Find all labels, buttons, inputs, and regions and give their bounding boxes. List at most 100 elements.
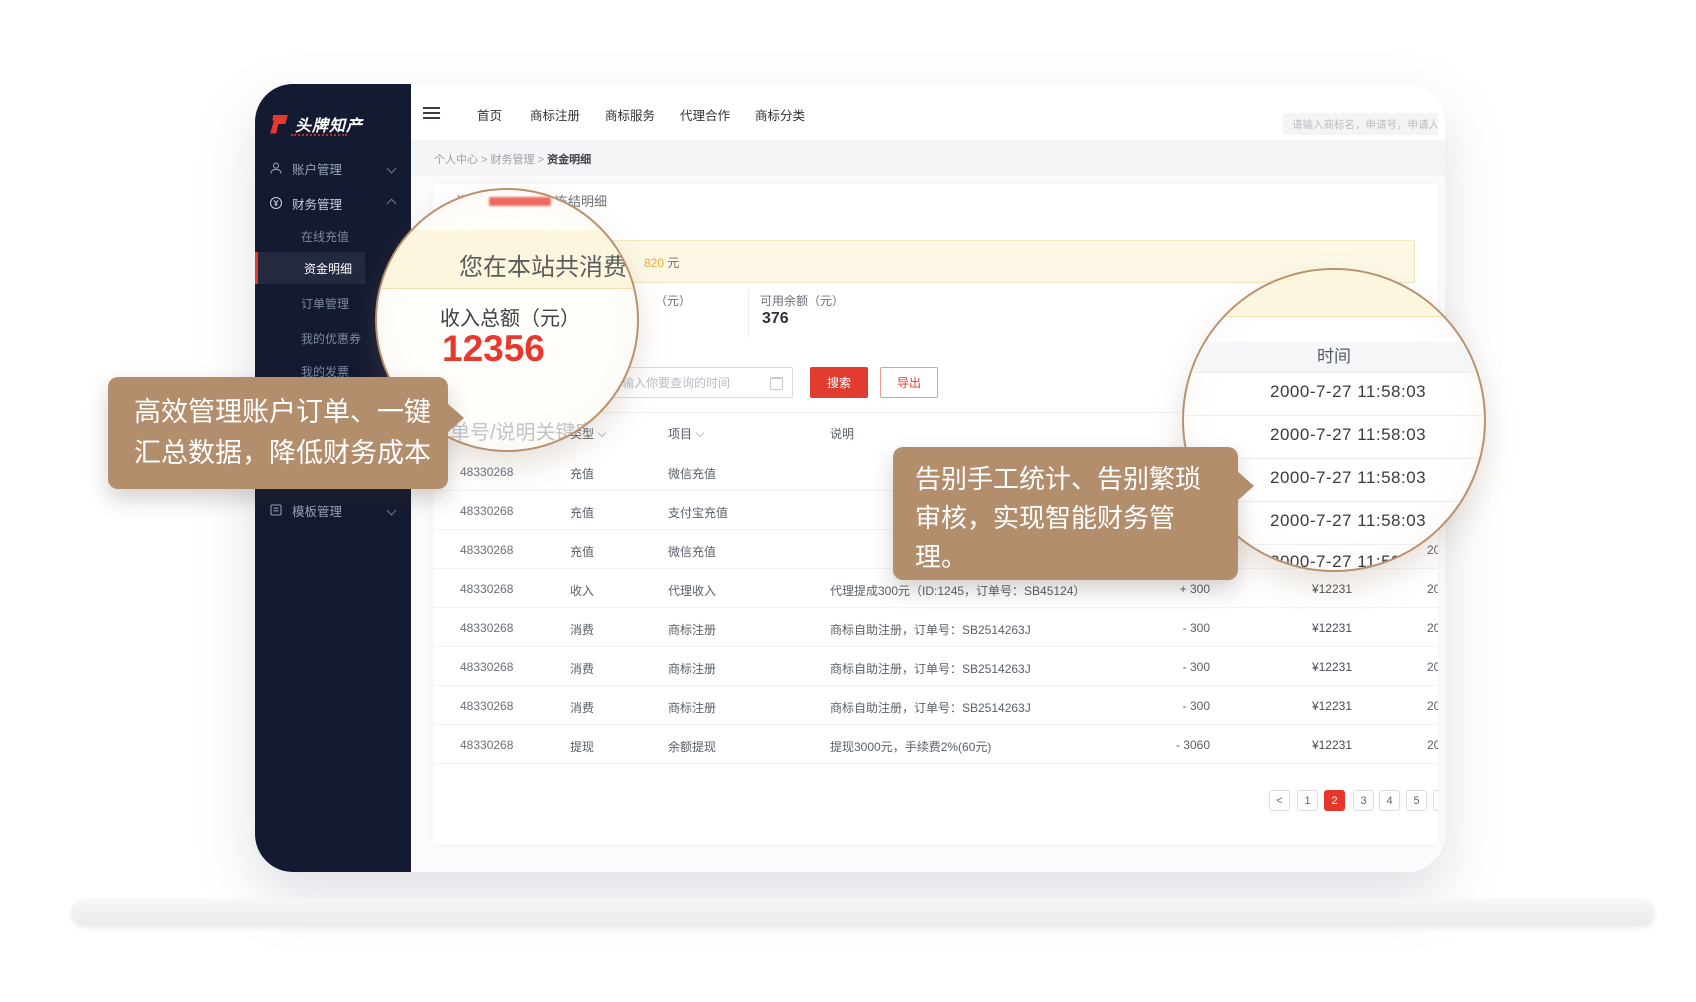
magnified-banner-band: 您在本站共消费 32124 (377, 230, 637, 289)
cell-type: 消费 (570, 621, 594, 638)
cell-type: 消费 (570, 660, 594, 677)
sidebar-section-label: 账户管理 (292, 159, 342, 178)
magnified-income-value: 12356 (442, 328, 545, 370)
sidebar-section-模板管理[interactable]: 模板管理 (255, 496, 411, 524)
chevron-down-icon (598, 429, 606, 437)
right-callout: 告别手工统计、告别繁琐 审核，实现智能财务管 理。 (893, 447, 1238, 580)
cell-desc: 代理提成300元（ID:1245，订单号：SB45124） (830, 582, 1085, 599)
sidebar-section-财务管理[interactable]: 财务管理 (255, 189, 411, 217)
nav-item-商标分类[interactable]: 商标分类 (755, 105, 805, 124)
left-callout-arrow (447, 403, 479, 433)
cell-project: 商标注册 (668, 621, 716, 638)
magnified-tab-fragment (489, 197, 551, 206)
table-row: 48330268消费商标注册商标自助注册，订单号：SB2514263J- 300… (433, 608, 1438, 647)
cell-project: 支付宝充值 (668, 504, 728, 521)
cell-type: 收入 (570, 582, 594, 599)
pagination-page-3[interactable]: 3 (1353, 790, 1374, 811)
cell-time: 2000-7-27 11:58:03 (1427, 543, 1438, 557)
cell-order: 48330268 (460, 504, 513, 518)
lens-row-divider (1184, 415, 1484, 416)
sidebar-item-资金明细[interactable]: 资金明细 (255, 252, 365, 284)
trademark-search-input[interactable]: 请输入商标名，申请号，申请人 (1283, 113, 1438, 135)
right-callout-arrow (1237, 471, 1269, 501)
nav-item-首页[interactable]: 首页 (477, 105, 502, 124)
cell-balance: ¥12231 (1233, 621, 1352, 635)
cell-time: 2000-7-27 11:58:03 (1427, 660, 1438, 674)
stats-divider (748, 290, 749, 338)
breadcrumb-path[interactable]: 个人中心 > 财务管理 > (434, 154, 547, 166)
cell-type: 提现 (570, 738, 594, 755)
pagination-prev-button[interactable]: < (1269, 790, 1290, 811)
cell-amount: - 3060 (1093, 738, 1210, 752)
cell-project: 商标注册 (668, 660, 716, 677)
user-icon (269, 161, 283, 175)
magnified-time-cell: 2000-7-27 11:58:03 (1270, 468, 1426, 488)
breadcrumb-current: 资金明细 (547, 154, 591, 166)
chevron-up-icon (387, 198, 397, 208)
chevron-down-icon (696, 429, 704, 437)
right-callout-line: 理。 (915, 538, 1238, 577)
top-navbar: 首页 商标注册 商标服务 代理合作 商标分类 请输入商标名，申请号，申请人 (411, 84, 1445, 140)
cell-desc: 商标自助注册，订单号：SB2514263J (830, 699, 1031, 716)
cell-amount: + 300 (1093, 582, 1210, 596)
logo-icon (269, 115, 288, 134)
lens-row-divider (1184, 372, 1484, 373)
table-row: 48330268 提现 余额提现 提现3000元，手续费2%(60元) - 3060 ¥1… (433, 725, 1438, 764)
magnified-time-cell: 2000-7-27 11:58:03 (1270, 382, 1426, 402)
search-button[interactable]: 搜索 (810, 367, 868, 398)
pagination-page-2[interactable]: 2 (1324, 790, 1345, 811)
finance-icon (269, 196, 283, 210)
cell-order: 48330268 (460, 738, 513, 752)
pagination-page-1[interactable]: 1 (1297, 790, 1318, 811)
left-callout-line: 高效管理账户订单、一键 (134, 392, 448, 433)
cell-balance: ¥12231 (1233, 699, 1352, 713)
cell-balance: ¥12231 (1233, 738, 1352, 752)
hamburger-menu-icon[interactable] (423, 107, 440, 122)
sidebar-section-label: 财务管理 (292, 194, 342, 213)
magnified-time-cell: 2000-7-27 11:58:03 (1270, 552, 1426, 572)
nav-item-商标服务[interactable]: 商标服务 (605, 105, 655, 124)
cell-project: 商标注册 (668, 699, 716, 716)
logo-tagline-dots (291, 134, 347, 136)
cell-type: 充值 (570, 504, 594, 521)
magnified-time-header: 时间 (1184, 342, 1484, 372)
chevron-down-icon (387, 505, 397, 515)
calendar-icon[interactable] (770, 377, 783, 390)
left-callout: 高效管理账户订单、一键 汇总数据，降低财务成本 (108, 377, 448, 489)
nav-item-商标注册[interactable]: 商标注册 (530, 105, 580, 124)
cell-order: 48330268 (460, 621, 513, 635)
cell-balance: ¥12231 (1233, 582, 1352, 596)
cell-desc: 提现3000元，手续费2%(60元) (830, 738, 991, 755)
trademark-search-placeholder: 请输入商标名，申请号，申请人 (1292, 117, 1438, 132)
template-icon (269, 503, 283, 517)
pagination-next-button[interactable]: > (1433, 790, 1438, 811)
cell-project: 代理收入 (668, 582, 716, 599)
nav-item-代理合作[interactable]: 代理合作 (680, 105, 730, 124)
logo-text: 头牌知产 (295, 112, 363, 136)
cell-amount: - 300 (1093, 621, 1210, 635)
cell-time: 2000-7-27 11:58:03 (1427, 621, 1438, 635)
date-placeholder: 请输入你要查询的时间 (610, 374, 730, 391)
export-button[interactable]: 导出 (880, 367, 938, 398)
pagination-page-5[interactable]: 5 (1406, 790, 1427, 811)
magnified-banner-fragment (1184, 270, 1484, 317)
cell-time: 2000-7-27 11:58:03 (1427, 699, 1438, 713)
pagination-page-4[interactable]: 4 (1379, 790, 1400, 811)
cell-project: 余额提现 (668, 738, 716, 755)
logo[interactable]: 头牌知产 (269, 112, 363, 136)
magnified-time-cell: 2000-7-27 11:58:03 (1270, 425, 1426, 445)
banner-text-visible: 820 元 (644, 254, 679, 271)
cell-order: 48330268 (460, 543, 513, 557)
col-header-项目[interactable]: 项目 (668, 425, 703, 442)
sidebar-section-账户管理[interactable]: 账户管理 (255, 154, 411, 182)
date-input[interactable]: 请输入你要查询的时间 (600, 367, 793, 398)
laptop-base (71, 899, 1655, 926)
cell-amount: - 300 (1093, 660, 1210, 674)
magnified-time-cell: 2000-7-27 11:58:03 (1270, 511, 1426, 531)
cell-order: 48330268 (460, 465, 513, 479)
col-header-说明: 说明 (830, 425, 854, 442)
cell-project: 微信充值 (668, 543, 716, 560)
breadcrumb-bar: 个人中心 > 财务管理 > 资金明细 (411, 140, 1445, 176)
cell-amount: - 300 (1093, 699, 1210, 713)
cell-time: 2000-7-27 11:58:03 (1427, 582, 1438, 596)
